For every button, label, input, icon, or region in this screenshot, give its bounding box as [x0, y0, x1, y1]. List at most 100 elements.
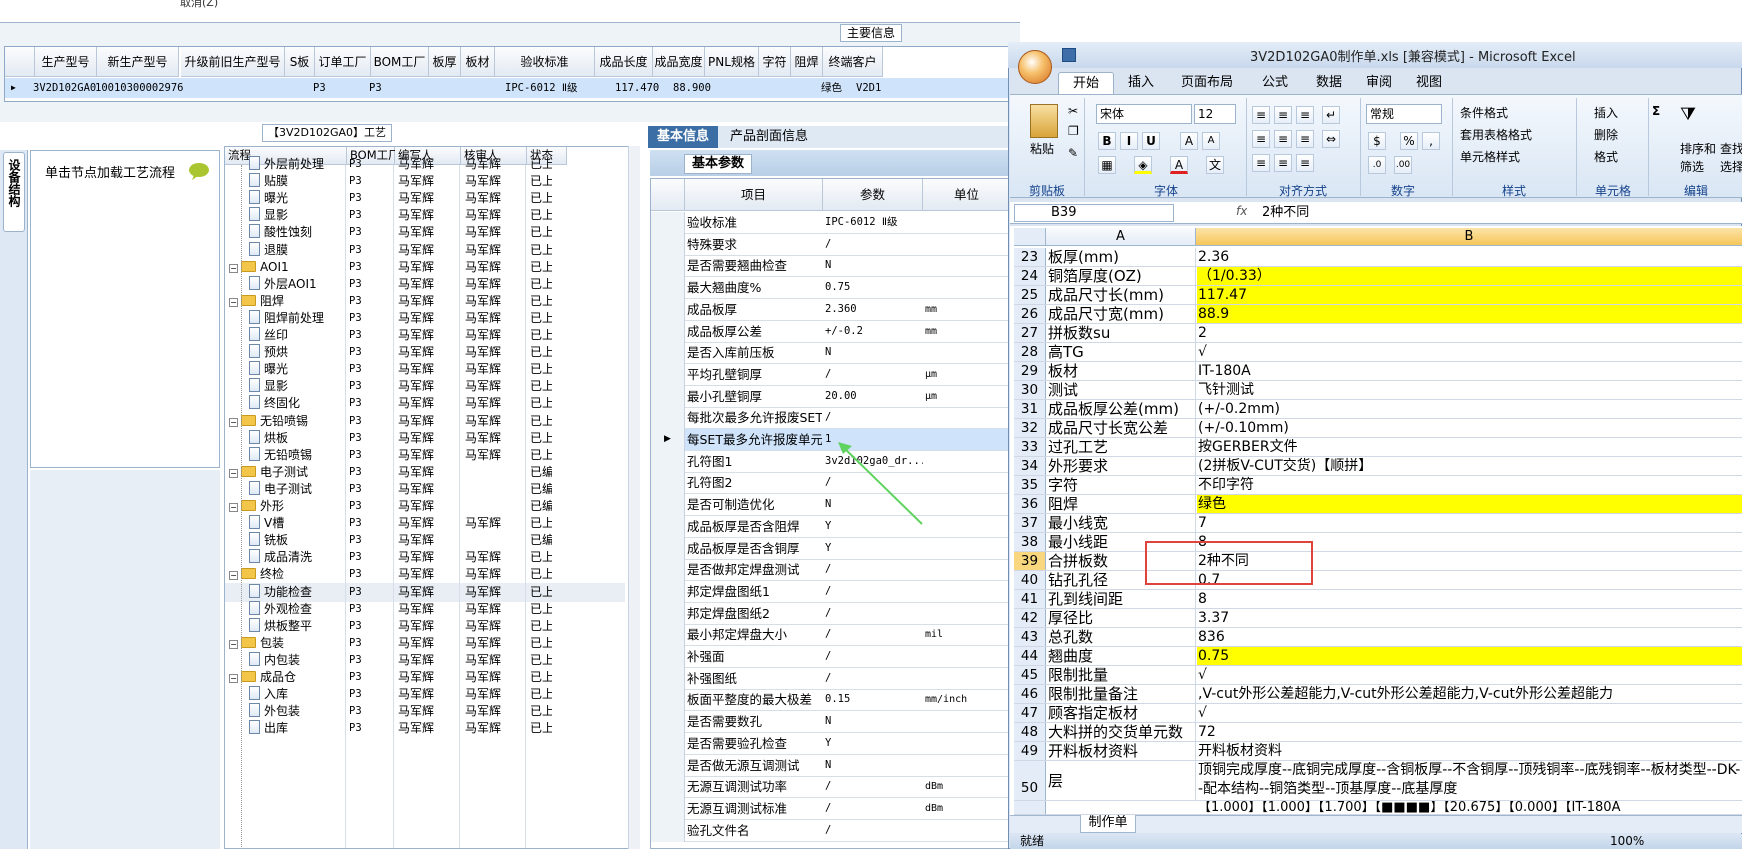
- zoom-level[interactable]: 100%: [1610, 834, 1644, 849]
- row-header[interactable]: 41: [1014, 590, 1046, 608]
- currency-icon[interactable]: $: [1368, 132, 1386, 150]
- param-value[interactable]: /: [825, 581, 923, 602]
- row-header[interactable]: 30: [1014, 381, 1046, 399]
- conditional-format-button[interactable]: 条件格式: [1460, 104, 1508, 121]
- italic-icon[interactable]: I: [1120, 132, 1138, 150]
- param-row[interactable]: 最小孔壁铜厚 20.00 μm: [651, 385, 1009, 408]
- grow-font-icon[interactable]: A: [1180, 132, 1198, 150]
- column-header-a[interactable]: A: [1046, 228, 1196, 246]
- sheet-tab-zhizuodan[interactable]: 制作单: [1080, 815, 1136, 833]
- decrease-decimal-icon[interactable]: .00: [1394, 156, 1412, 174]
- row-header[interactable]: 38: [1014, 533, 1046, 551]
- param-value[interactable]: /: [825, 624, 923, 645]
- cell-length[interactable]: 117.470: [615, 80, 659, 96]
- number-format-select[interactable]: 常规: [1366, 104, 1442, 124]
- cell-a[interactable]: 字符: [1048, 476, 1196, 494]
- align-icon[interactable]: ≡: [1296, 106, 1314, 124]
- param-value[interactable]: 2.360: [825, 299, 923, 320]
- align-icon[interactable]: ≡: [1296, 130, 1314, 148]
- process-tree-row[interactable]: 出库 P3 马军辉 马军辉 已上网: [225, 719, 625, 738]
- shrink-font-icon[interactable]: A: [1202, 132, 1220, 150]
- param-row[interactable]: 是否入库前压板 N: [651, 342, 1009, 365]
- row-header[interactable]: 33: [1014, 438, 1046, 456]
- row-header[interactable]: 48: [1014, 723, 1046, 741]
- param-row[interactable]: 补强面 /: [651, 646, 1009, 668]
- cell-a[interactable]: 板厚(mm): [1048, 248, 1196, 266]
- cell-b[interactable]: ,V-cut外形公差超能力,V-cut外形公差超能力,V-cut外形公差超能力: [1197, 685, 1742, 703]
- cell-b[interactable]: 顶铜完成厚度--底铜完成厚度--含铜板厚--不含铜厚--顶残铜率--底残铜率--…: [1197, 761, 1742, 800]
- cell-b[interactable]: 88.9: [1197, 305, 1742, 323]
- row-header[interactable]: 39: [1014, 552, 1046, 570]
- param-value[interactable]: /: [825, 364, 923, 385]
- cell-b[interactable]: 72: [1197, 723, 1742, 741]
- param-row[interactable]: 是否需要翘曲检查 N: [651, 255, 1009, 278]
- sort-filter-icon[interactable]: ⧩: [1680, 104, 1696, 125]
- align-icon[interactable]: ≡: [1252, 106, 1270, 124]
- tab-basic-info[interactable]: 基本信息: [648, 126, 718, 148]
- save-icon[interactable]: [1062, 48, 1076, 62]
- ribbon-tab-1[interactable]: 插入: [1118, 72, 1164, 94]
- collapse-toggle-icon[interactable]: −: [229, 263, 238, 273]
- wrap-text-icon[interactable]: ↵: [1322, 106, 1340, 124]
- row-header[interactable]: 45: [1014, 666, 1046, 684]
- cell-b[interactable]: （1/0.33）: [1197, 267, 1742, 285]
- param-row[interactable]: 板面平整度的最大极差 0.15 mm/inch: [651, 689, 1009, 712]
- cell-new-model[interactable]: 10010300002976: [95, 80, 184, 96]
- filter-button[interactable]: 筛选: [1680, 158, 1704, 175]
- collapse-toggle-icon[interactable]: −: [229, 571, 238, 581]
- increase-decimal-icon[interactable]: .0: [1368, 156, 1386, 174]
- align-icon[interactable]: ≡: [1274, 106, 1292, 124]
- phonetic-icon[interactable]: 文: [1206, 156, 1224, 174]
- delete-cells-button[interactable]: 删除: [1594, 126, 1618, 143]
- formula-input[interactable]: 2种不同: [1262, 204, 1309, 222]
- param-value[interactable]: /: [825, 407, 923, 428]
- cell-a[interactable]: 成品尺寸长宽公差: [1048, 419, 1196, 437]
- param-row[interactable]: 特殊要求 /: [651, 233, 1009, 256]
- cell-b[interactable]: 8: [1197, 590, 1742, 608]
- row-header[interactable]: 34: [1014, 457, 1046, 475]
- param-value[interactable]: /: [825, 798, 923, 819]
- cell-b[interactable]: √: [1197, 704, 1742, 722]
- cell-a[interactable]: 成品尺寸长(mm): [1048, 286, 1196, 304]
- row-header[interactable]: 40: [1014, 571, 1046, 589]
- sort-button[interactable]: 排序和: [1680, 140, 1716, 157]
- param-value[interactable]: /: [825, 820, 923, 841]
- collapse-toggle-icon[interactable]: −: [229, 674, 238, 683]
- cell-b[interactable]: 2: [1197, 324, 1742, 342]
- paste-button[interactable]: 粘贴: [1030, 140, 1054, 157]
- param-value[interactable]: N: [825, 755, 923, 776]
- param-value[interactable]: 0.75: [825, 277, 923, 298]
- copy-icon[interactable]: ❐: [1068, 124, 1079, 138]
- fx-icon[interactable]: fx: [1236, 204, 1247, 218]
- cell-a[interactable]: 开料板材资料: [1048, 742, 1196, 760]
- cell-b[interactable]: IT-180A: [1197, 362, 1742, 380]
- collapse-toggle-icon[interactable]: −: [229, 503, 238, 512]
- cell-mask[interactable]: 绿色: [821, 80, 842, 96]
- font-size-select[interactable]: 12: [1194, 104, 1236, 124]
- row-header[interactable]: 24: [1014, 267, 1046, 285]
- param-value[interactable]: /: [825, 603, 923, 624]
- cell-b[interactable]: 【1.000】【1.000】【1.700】【■■■■】【20.675】【0.00…: [1197, 801, 1742, 814]
- merge-center-icon[interactable]: ⇔: [1322, 130, 1340, 148]
- cell-a[interactable]: 总孔数: [1048, 628, 1196, 646]
- param-value[interactable]: N: [825, 711, 923, 732]
- cell-a[interactable]: 厚径比: [1048, 609, 1196, 627]
- fill-color-icon[interactable]: ◈: [1134, 156, 1152, 174]
- process-scrollbar[interactable]: [628, 146, 640, 849]
- cell-a[interactable]: 限制批量备注: [1048, 685, 1196, 703]
- cell-standard[interactable]: IPC-6012 Ⅱ级: [505, 80, 578, 96]
- cell-a[interactable]: 层: [1048, 761, 1196, 800]
- cell-b[interactable]: √: [1197, 666, 1742, 684]
- param-row[interactable]: 成品板厚 2.360 mm: [651, 298, 1009, 321]
- collapse-toggle-icon[interactable]: −: [229, 297, 238, 307]
- param-row[interactable]: 平均孔壁铜厚 / μm: [651, 363, 1009, 386]
- cell-bom-factory[interactable]: P3: [369, 80, 382, 96]
- row-header[interactable]: 27: [1014, 324, 1046, 342]
- collapse-toggle-icon[interactable]: −: [229, 468, 238, 478]
- param-row[interactable]: 验收标准 IPC-6012 Ⅱ级: [651, 212, 1009, 234]
- borders-icon[interactable]: ▦: [1098, 156, 1116, 174]
- param-col-header[interactable]: 项目: [685, 179, 823, 211]
- param-value[interactable]: /: [825, 668, 923, 689]
- column-header-b[interactable]: B: [1196, 228, 1742, 246]
- param-row[interactable]: 最小邦定焊盘大小 / mil: [651, 624, 1009, 647]
